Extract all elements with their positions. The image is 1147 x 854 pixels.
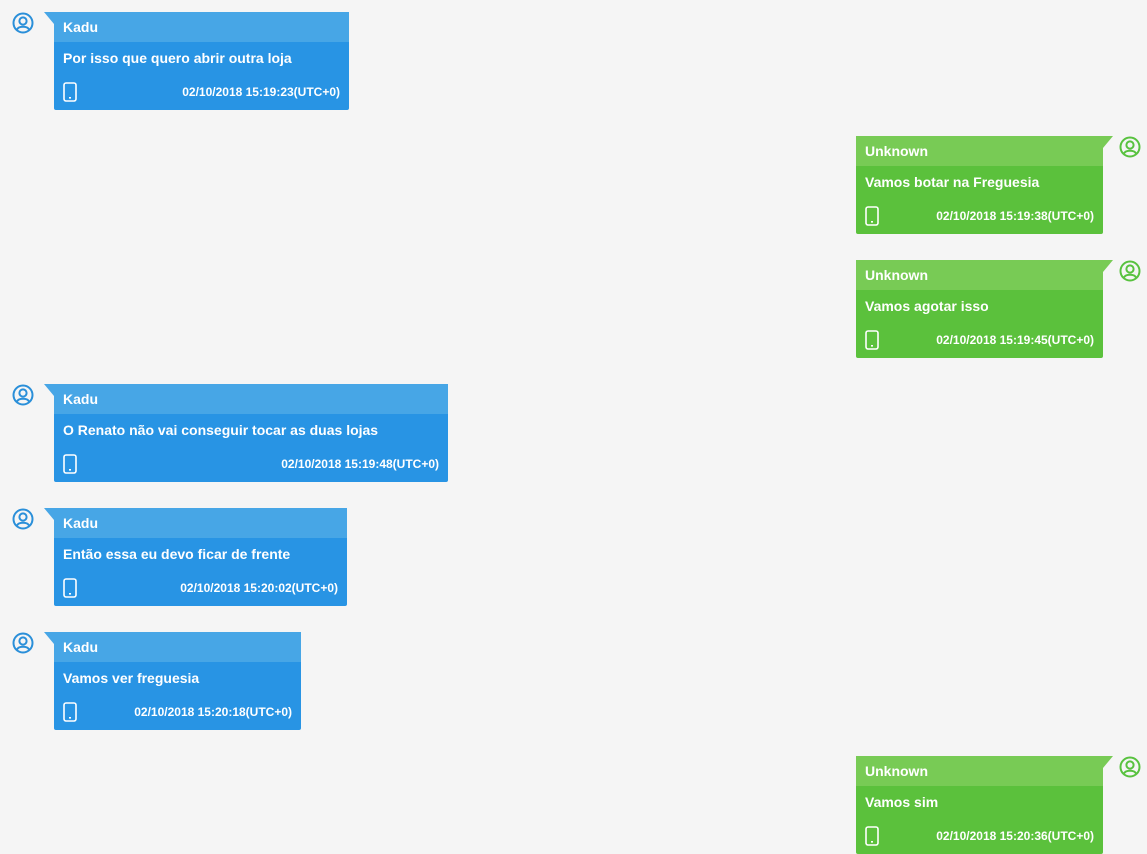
message-bubble[interactable]: Kadu Vamos ver freguesia 02/10/2018 15:2… bbox=[54, 632, 301, 730]
message-text: O Renato não vai conseguir tocar as duas… bbox=[63, 422, 379, 438]
user-icon bbox=[12, 384, 34, 406]
message-text: Então essa eu devo ficar de frente bbox=[63, 546, 291, 562]
user-icon bbox=[12, 12, 34, 34]
sender-name: Unknown bbox=[856, 260, 1103, 290]
phone-icon bbox=[865, 206, 879, 226]
message-bubble[interactable]: Kadu O Renato não vai conseguir tocar as… bbox=[54, 384, 448, 482]
message-bubble[interactable]: Unknown Vamos agotar isso 02/10/2018 15:… bbox=[856, 260, 1103, 358]
bubble-tail bbox=[1103, 756, 1113, 768]
phone-icon bbox=[63, 702, 77, 722]
bubble-tail bbox=[44, 508, 54, 520]
bubble-tail bbox=[1103, 136, 1113, 148]
phone-icon bbox=[63, 82, 77, 102]
message-text: Por isso que quero abrir outra loja bbox=[63, 50, 292, 66]
message-meta: 02/10/2018 15:20:02(UTC+0) bbox=[54, 570, 347, 606]
sender-name: Unknown bbox=[856, 136, 1103, 166]
message-outgoing: Unknown Vamos sim 02/10/2018 15:20:36(UT… bbox=[747, 756, 1147, 854]
phone-icon bbox=[865, 330, 879, 350]
message-timestamp: 02/10/2018 15:19:45(UTC+0) bbox=[936, 333, 1094, 347]
phone-icon bbox=[63, 454, 77, 474]
message-incoming: Kadu Por isso que quero abrir outra loja… bbox=[0, 12, 400, 110]
bubble-tail bbox=[44, 384, 54, 396]
message-timestamp: 02/10/2018 15:19:38(UTC+0) bbox=[936, 209, 1094, 223]
sender-name: Kadu bbox=[54, 384, 448, 414]
message-incoming: Kadu Vamos ver freguesia 02/10/2018 15:2… bbox=[0, 632, 400, 730]
message-meta: 02/10/2018 15:19:48(UTC+0) bbox=[54, 446, 448, 482]
message-timestamp: 02/10/2018 15:19:48(UTC+0) bbox=[281, 457, 439, 471]
message-text: Vamos agotar isso bbox=[865, 298, 989, 314]
message-bubble[interactable]: Kadu Então essa eu devo ficar de frente … bbox=[54, 508, 347, 606]
bubble-tail bbox=[44, 12, 54, 24]
sender-name: Kadu bbox=[54, 508, 347, 538]
message-incoming: Kadu Então essa eu devo ficar de frente … bbox=[0, 508, 400, 606]
user-icon bbox=[1119, 756, 1141, 778]
message-timestamp: 02/10/2018 15:20:02(UTC+0) bbox=[180, 581, 338, 595]
message-bubble[interactable]: Kadu Por isso que quero abrir outra loja… bbox=[54, 12, 349, 110]
message-bubble[interactable]: Unknown Vamos botar na Freguesia 02/10/2… bbox=[856, 136, 1103, 234]
user-icon bbox=[12, 632, 34, 654]
message-meta: 02/10/2018 15:20:18(UTC+0) bbox=[54, 694, 301, 730]
message-outgoing: Unknown Vamos botar na Freguesia 02/10/2… bbox=[747, 136, 1147, 234]
message-meta: 02/10/2018 15:19:45(UTC+0) bbox=[856, 322, 1103, 358]
message-text: Vamos ver freguesia bbox=[63, 670, 200, 686]
message-text: Vamos botar na Freguesia bbox=[865, 174, 1040, 190]
user-icon bbox=[1119, 260, 1141, 282]
sender-name: Kadu bbox=[54, 632, 301, 662]
bubble-tail bbox=[1103, 260, 1113, 272]
phone-icon bbox=[63, 578, 77, 598]
message-timestamp: 02/10/2018 15:19:23(UTC+0) bbox=[182, 85, 340, 99]
message-timestamp: 02/10/2018 15:20:36(UTC+0) bbox=[936, 829, 1094, 843]
user-icon bbox=[12, 508, 34, 530]
sender-name: Kadu bbox=[54, 12, 349, 42]
message-outgoing: Unknown Vamos agotar isso 02/10/2018 15:… bbox=[747, 260, 1147, 358]
message-incoming: Kadu O Renato não vai conseguir tocar as… bbox=[0, 384, 460, 482]
bubble-tail bbox=[44, 632, 54, 644]
message-meta: 02/10/2018 15:19:23(UTC+0) bbox=[54, 74, 349, 110]
message-meta: 02/10/2018 15:19:38(UTC+0) bbox=[856, 198, 1103, 234]
message-meta: 02/10/2018 15:20:36(UTC+0) bbox=[856, 818, 1103, 854]
message-text: Vamos sim bbox=[865, 794, 939, 810]
sender-name: Unknown bbox=[856, 756, 1103, 786]
phone-icon bbox=[865, 826, 879, 846]
message-timestamp: 02/10/2018 15:20:18(UTC+0) bbox=[134, 705, 292, 719]
user-icon bbox=[1119, 136, 1141, 158]
message-bubble[interactable]: Unknown Vamos sim 02/10/2018 15:20:36(UT… bbox=[856, 756, 1103, 854]
